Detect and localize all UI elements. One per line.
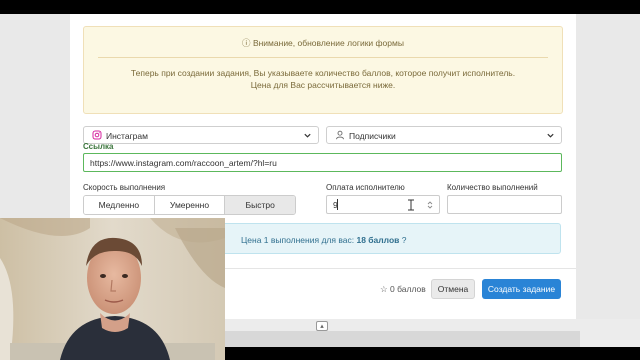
warning-alert: ⓘ Внимание, обновление логики формы Тепе… [83, 26, 563, 114]
text-cursor [337, 199, 338, 210]
user-icon [336, 130, 344, 140]
alert-line-2: Цена для Вас рассчитывается ниже. [250, 80, 396, 90]
alert-heading-text: Внимание, обновление логики формы [252, 38, 404, 48]
count-label: Количество выполнений [447, 183, 538, 192]
speed-toggle: Медленно Умеренно Быстро [83, 195, 296, 215]
instagram-icon [92, 130, 102, 140]
price-prefix: Цена 1 выполнения для вас: [241, 235, 355, 245]
platform-select[interactable]: Инстаграм [83, 126, 319, 144]
points-balance-text: 0 баллов [390, 284, 426, 294]
service-select[interactable]: Подписчики [326, 126, 562, 144]
star-icon: ☆ [380, 284, 388, 294]
alert-line-1: Теперь при создании задания, Вы указывае… [130, 68, 516, 78]
text-cursor-ibeam-icon [408, 199, 414, 211]
platform-select-value: Инстаграм [106, 131, 148, 141]
question-circle-icon[interactable]: ? [402, 235, 407, 245]
chat-toggle-icon[interactable]: ▴ [316, 321, 328, 331]
link-input[interactable]: https://www.instagram.com/raccoon_artem/… [83, 153, 562, 172]
price-info: Цена 1 выполнения для вас: 18 баллов ? [241, 235, 406, 245]
webcam-overlay [0, 218, 225, 360]
link-label: Ссылка [83, 142, 114, 151]
cancel-button[interactable]: Отмена [431, 279, 475, 299]
info-circle-icon: ⓘ [242, 38, 251, 48]
service-select-value: Подписчики [349, 131, 396, 141]
count-input[interactable] [447, 195, 562, 214]
speed-label: Скорость выполнения [83, 183, 166, 192]
speed-slow-button[interactable]: Медленно [84, 196, 155, 214]
page-footer-bar [220, 331, 580, 347]
spinner-arrows-icon[interactable] [427, 200, 433, 210]
create-task-button[interactable]: Создать задание [482, 279, 561, 299]
speed-moderate-button[interactable]: Умеренно [154, 196, 226, 214]
price-value: 18 баллов [356, 235, 400, 245]
payment-label: Оплата исполнителю [326, 183, 405, 192]
alert-heading: ⓘ Внимание, обновление логики формы [84, 37, 562, 49]
alert-divider [98, 57, 548, 58]
speed-fast-button[interactable]: Быстро [225, 196, 295, 214]
chevron-down-icon [547, 133, 554, 138]
link-input-value: https://www.instagram.com/raccoon_artem/… [90, 158, 277, 168]
points-balance: ☆ 0 баллов [380, 284, 426, 295]
chevron-down-icon [304, 133, 311, 138]
webcam-person-image [0, 218, 225, 360]
payment-input[interactable]: 9 [326, 195, 440, 214]
